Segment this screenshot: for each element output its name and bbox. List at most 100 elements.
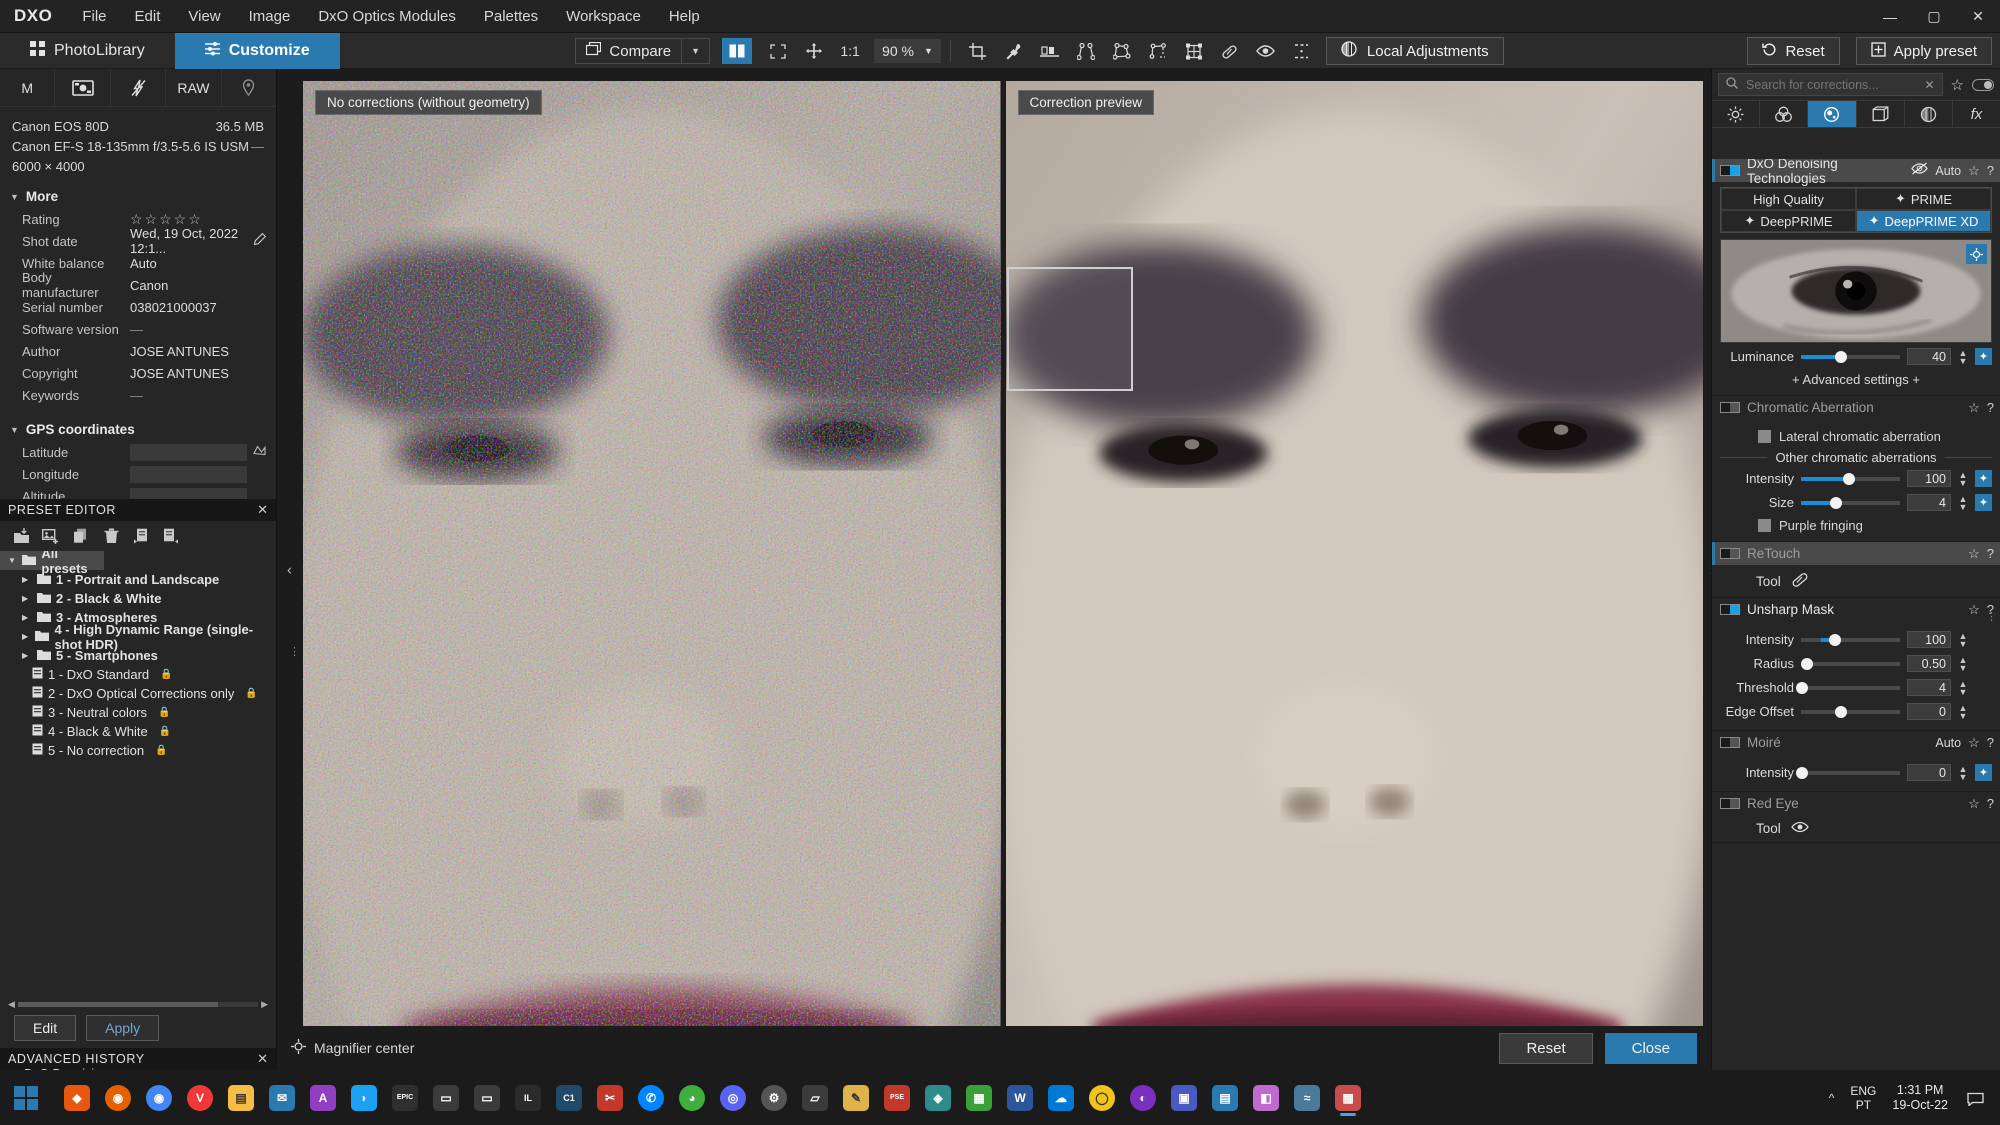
spinner-icon[interactable]: ▲ ▼ <box>1958 348 1968 365</box>
denoise-preview-thumbnail[interactable] <box>1720 239 1992 343</box>
help-icon[interactable]: ? <box>1987 400 1994 415</box>
auto-wand-icon[interactable] <box>1975 631 1992 648</box>
advanced-settings-link[interactable]: + Advanced settings + <box>1720 372 1992 387</box>
forced-parallels-button[interactable] <box>1179 37 1209 65</box>
palette-header[interactable]: Moiré Auto ☆ ? <box>1712 731 2000 754</box>
auto-wand-icon[interactable] <box>1975 679 1992 696</box>
compare-button[interactable]: Compare <box>576 41 681 60</box>
edit-pencil-icon[interactable] <box>253 232 267 249</box>
mode-deepprime-xd[interactable]: ✦ DeepPRIME XD <box>1856 210 1991 232</box>
slider-knob[interactable] <box>1795 766 1808 779</box>
um-edge-offset-value[interactable]: 0 <box>1907 703 1951 720</box>
notification-icon[interactable] <box>1964 1087 1986 1109</box>
taskbar-skylum[interactable]: ≈ <box>1288 1078 1326 1118</box>
meta-row-shot-date[interactable]: Shot date Wed, 19 Oct, 2022 12:1... <box>0 226 276 256</box>
taskbar-video-editor-2[interactable]: ▭ <box>468 1078 506 1118</box>
local-adjustments-button[interactable]: Local Adjustments <box>1325 37 1504 65</box>
pane-original[interactable]: No corrections (without geometry) <box>303 81 1001 1026</box>
favorite-star-icon[interactable]: ☆ <box>1968 163 1980 179</box>
taskbar-calculator[interactable]: ▦ <box>960 1078 998 1118</box>
preset-item-1[interactable]: 1 - DxO Standard 🔒 <box>0 665 276 684</box>
taskbar-illustrator[interactable]: IL <box>509 1078 547 1118</box>
taskbar-frog-app[interactable]: ◕ <box>673 1078 711 1118</box>
taskbar-twitter[interactable]: ◗ <box>345 1078 383 1118</box>
taskbar-file-explorer[interactable]: ▤ <box>222 1078 260 1118</box>
panel-resize-handle[interactable]: ⋮ <box>289 646 300 657</box>
preview-eye-button[interactable] <box>1251 37 1281 65</box>
taskbar-word[interactable]: W <box>1001 1078 1039 1118</box>
um-threshold-value[interactable]: 4 <box>1907 679 1951 696</box>
menu-dxo-optics-modules[interactable]: DxO Optics Modules <box>304 0 470 33</box>
auto-wand-icon[interactable]: ✦ <box>1975 764 1992 781</box>
taskbar-topaz[interactable]: ◈ <box>919 1078 957 1118</box>
help-icon[interactable]: ? <box>1987 735 1994 750</box>
help-icon[interactable]: ? <box>1987 163 1994 178</box>
moire-intensity-slider[interactable] <box>1795 766 1900 780</box>
maximize-button[interactable]: ▢ <box>1912 0 1956 33</box>
section-gps[interactable]: ▼ GPS coordinates <box>0 414 276 441</box>
section-more[interactable]: ▼ More <box>0 181 276 208</box>
help-icon[interactable]: ? <box>1987 546 1994 561</box>
reset-button[interactable]: Reset <box>1747 37 1840 65</box>
um-intensity-slider[interactable] <box>1801 633 1900 647</box>
favorites-filter-star-icon[interactable]: ☆ <box>1951 76 1964 94</box>
palette-header[interactable]: Red Eye ☆ ? <box>1712 792 2000 815</box>
favorite-star-icon[interactable]: ☆ <box>1968 546 1980 562</box>
um-intensity-value[interactable]: 100 <box>1907 631 1951 648</box>
perspective-8pt-button[interactable] <box>1143 37 1173 65</box>
preset-tree-hscrollbar[interactable]: ◀ ▶ <box>8 999 268 1010</box>
collapse-left-panel-icon[interactable]: ‹ <box>287 561 292 578</box>
enable-toggle[interactable] <box>1720 548 1740 559</box>
pane-corrected[interactable]: Correction preview <box>1005 81 1703 1026</box>
mode-deepprime[interactable]: ✦ DeepPRIME <box>1721 210 1856 232</box>
um-threshold-slider[interactable] <box>1795 681 1900 695</box>
slider-knob[interactable] <box>1842 472 1855 485</box>
slider-knob[interactable] <box>1834 350 1847 363</box>
luminance-slider[interactable] <box>1801 350 1900 364</box>
favorite-star-icon[interactable]: ☆ <box>1968 602 1980 618</box>
taskbar-photoshop-elements[interactable]: PSE <box>878 1078 916 1118</box>
pan-button[interactable] <box>799 37 829 65</box>
apply-preset-button[interactable]: Apply preset <box>1855 37 1993 65</box>
taskbar-epic-games[interactable]: EPIC <box>386 1078 424 1118</box>
um-edge-offset-slider[interactable] <box>1801 705 1900 719</box>
menu-image[interactable]: Image <box>235 0 305 33</box>
taskbar-paint[interactable]: ▱ <box>796 1078 834 1118</box>
show-active-toggle[interactable] <box>1972 78 1994 91</box>
latitude-input[interactable] <box>130 443 247 461</box>
preset-folder-2[interactable]: ▶ 2 - Black & White <box>0 589 276 608</box>
ca-intensity-value[interactable]: 100 <box>1907 470 1951 487</box>
mode-prime[interactable]: ✦ PRIME <box>1856 188 1991 210</box>
favorite-star-icon[interactable]: ☆ <box>1968 400 1980 416</box>
repair-brush-icon[interactable] <box>1791 571 1809 591</box>
tab-fx[interactable]: fx <box>1953 101 2000 127</box>
moire-intensity-value[interactable]: 0 <box>1907 764 1951 781</box>
viewer-close-button[interactable]: Close <box>1604 1032 1697 1064</box>
preset-folder-1[interactable]: ▶ 1 - Portrait and Landscape <box>0 570 276 589</box>
scroll-left-icon[interactable]: ◀ <box>8 999 15 1010</box>
tab-detail[interactable] <box>1808 101 1857 127</box>
taskbar-scissors[interactable]: ✂ <box>591 1078 629 1118</box>
menu-edit[interactable]: Edit <box>121 0 175 33</box>
menu-palettes[interactable]: Palettes <box>470 0 552 33</box>
slider-knob[interactable] <box>1795 681 1808 694</box>
tab-geometry[interactable] <box>1857 101 1905 127</box>
magnifier-center-control[interactable]: Magnifier center <box>291 1039 414 1057</box>
eye-icon[interactable] <box>1791 821 1809 836</box>
ca-size-slider[interactable] <box>1801 496 1900 510</box>
tab-local-adjustments[interactable] <box>1905 101 1953 127</box>
taskbar-brave-browser[interactable]: ◆ <box>58 1078 96 1118</box>
fit-to-screen-button[interactable] <box>763 37 793 65</box>
split-view-button[interactable] <box>722 38 753 64</box>
taskbar-luminar[interactable]: ◯ <box>1083 1078 1121 1118</box>
taskbar-photo-app[interactable]: ▤ <box>1206 1078 1244 1118</box>
map-pin-icon[interactable] <box>253 444 266 460</box>
tab-customize[interactable]: Customize <box>174 33 340 69</box>
taskbar-affinity-photo[interactable]: A <box>304 1078 342 1118</box>
enable-toggle[interactable] <box>1720 737 1740 748</box>
tab-color[interactable] <box>1760 101 1809 127</box>
help-icon[interactable]: ? <box>1987 796 1994 811</box>
taskbar-pencil-app[interactable]: ✎ <box>837 1078 875 1118</box>
enable-toggle[interactable] <box>1720 402 1740 413</box>
taskbar-discord[interactable]: ◎ <box>714 1078 752 1118</box>
